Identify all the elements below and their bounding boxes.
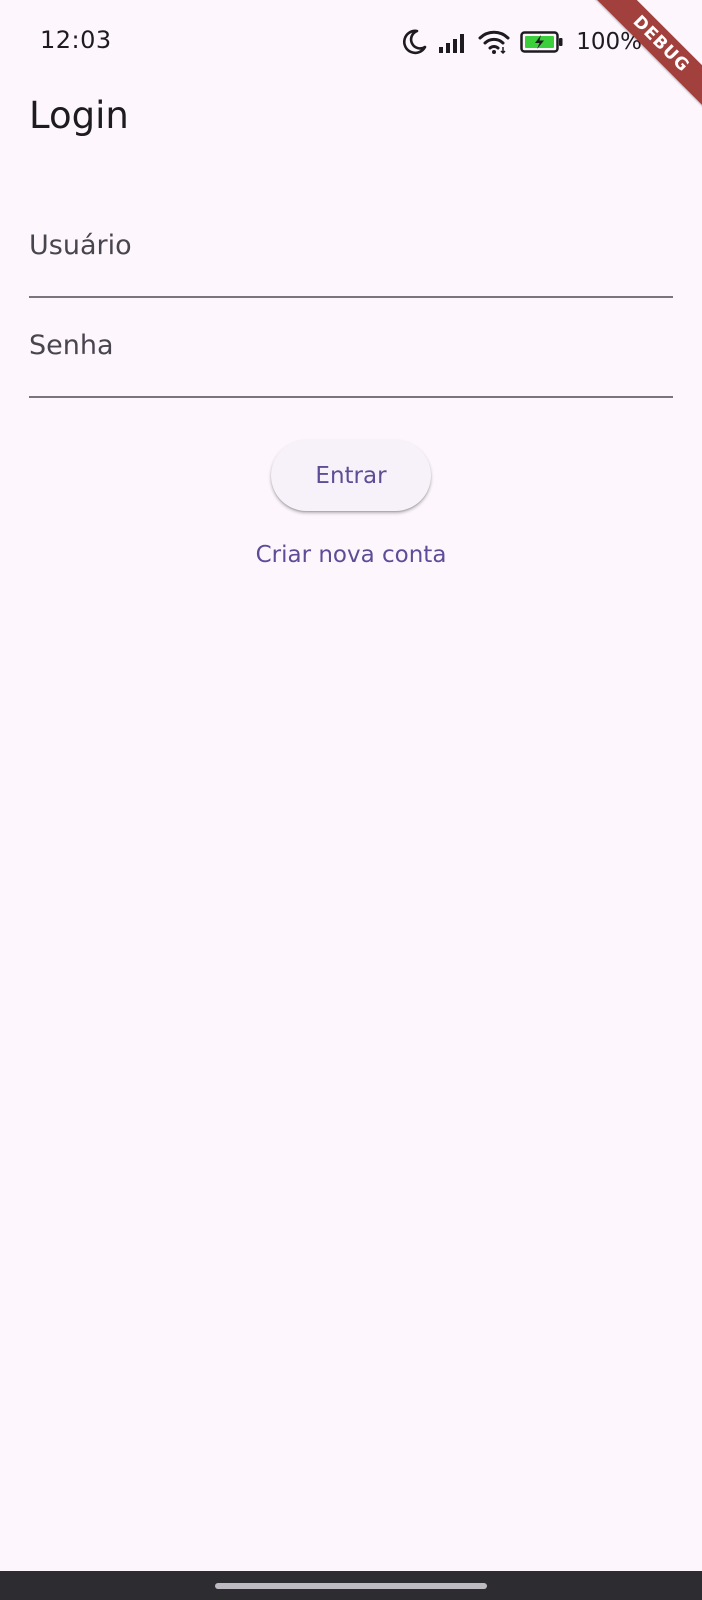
status-bar: 12:03 100% (0, 0, 702, 84)
battery-charging-icon (520, 30, 564, 54)
status-icons: 100% (400, 26, 642, 58)
username-placeholder: Usuário (29, 230, 132, 261)
moon-icon (400, 28, 428, 56)
home-gesture-handle[interactable] (215, 1583, 487, 1589)
login-button[interactable]: Entrar (271, 440, 431, 511)
password-placeholder: Senha (29, 330, 114, 361)
navigation-bar (0, 1571, 702, 1600)
create-account-link[interactable]: Criar nova conta (0, 542, 702, 568)
wifi-icon (478, 29, 510, 55)
status-time: 12:03 (40, 26, 112, 54)
username-field[interactable]: Usuário (29, 222, 673, 298)
password-field[interactable]: Senha (29, 322, 673, 398)
signal-icon (438, 30, 468, 54)
page-title: Login (29, 94, 129, 137)
